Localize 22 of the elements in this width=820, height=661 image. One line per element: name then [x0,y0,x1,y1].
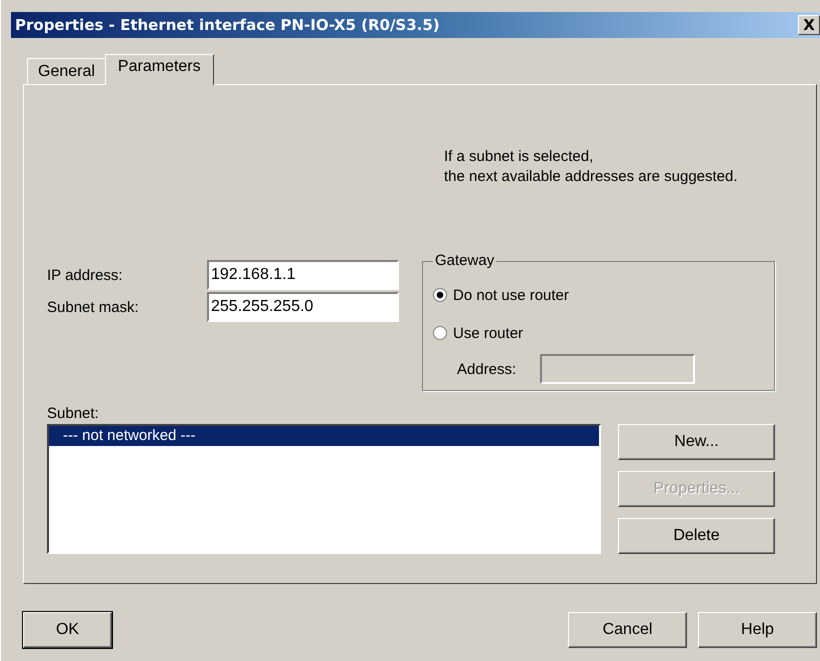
radio-option[interactable]: Use router [433,314,764,352]
dialog-button[interactable]: Help [698,612,817,648]
input-field[interactable]: 192.168.1.1 [207,260,399,290]
hint-text: If a subnet is selected, [444,147,594,167]
subnet-list[interactable]: --- not networked --- [47,424,601,554]
field-label: Address: [457,360,516,378]
radio-option[interactable]: Do not use router [433,276,764,314]
tab[interactable]: Parameters [104,54,214,85]
group-title: Gateway [433,252,496,269]
field-label: IP address: [47,266,124,284]
hint-text: the next available addresses are suggested. [444,167,739,187]
action-button[interactable]: Delete [618,518,775,554]
dialog-button[interactable]: Cancel [568,612,687,648]
tab[interactable]: General [27,58,106,84]
list-item[interactable]: --- not networked --- [49,426,599,446]
action-button[interactable]: New... [618,424,775,460]
field-label: Subnet mask: [47,298,140,316]
close-button[interactable]: X [798,15,820,35]
dialog-button[interactable]: OK [23,612,112,648]
window-title: Properties - Ethernet interface PN-IO-X5 (R0/S3.5) [14,16,440,34]
field-label: Subnet: [47,405,99,422]
input-field[interactable]: 255.255.255.0 [207,292,399,322]
